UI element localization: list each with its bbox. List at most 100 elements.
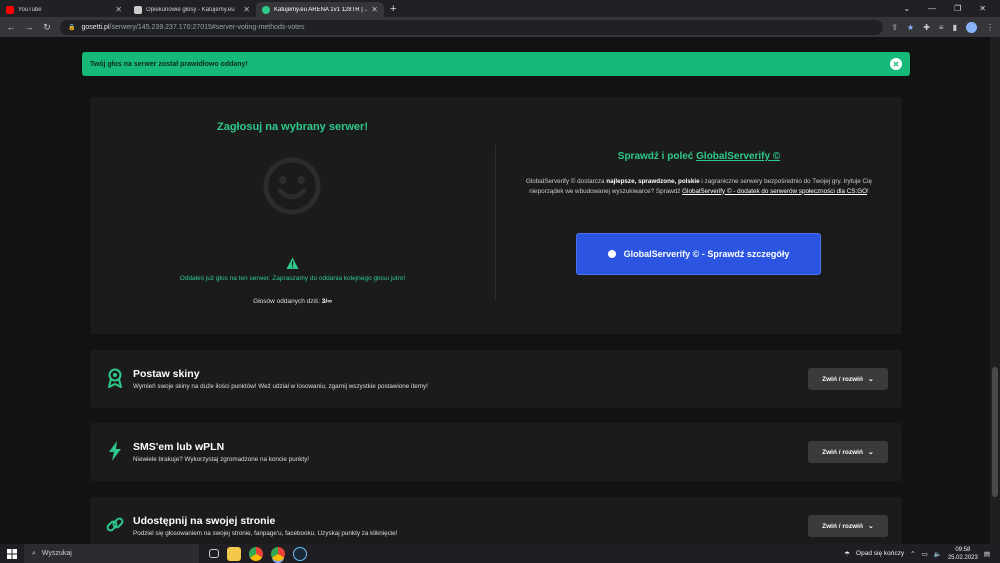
toggle-button[interactable]: Zwiń / rozwiń ⌄	[808, 368, 888, 390]
url-host: gosetti.pl	[81, 23, 110, 31]
close-icon[interactable]: ✕	[243, 5, 250, 14]
tab-katujemy[interactable]: Katujemy.eu ARENA 1v1 128TR | ... ✕	[256, 2, 384, 17]
extensions-icon[interactable]: ✚	[923, 23, 930, 32]
taskbar-apps	[209, 546, 307, 561]
clock[interactable]: 09:58 25.02.2023	[948, 546, 978, 562]
vote-title: Zagłosuj na wybrany serwer!	[217, 121, 368, 133]
system-tray: ☂ Opad się kończy ⌃ ▭ 🔈 09:58 25.02.2023…	[844, 546, 1000, 562]
windows-taskbar: ⌕ Wyszukaj ☂ Opad się kończy ⌃ ▭ 🔈 09:58…	[0, 544, 1000, 563]
page-scrollbar[interactable]	[990, 37, 1000, 544]
chevron-down-icon: ⌄	[867, 376, 874, 383]
sidebar-icon[interactable]: ▮	[953, 23, 957, 32]
volume-icon[interactable]: 🔈	[934, 550, 942, 558]
award-icon	[108, 368, 122, 388]
network-icon[interactable]: ▭	[922, 550, 928, 558]
vote-panel: Zagłosuj na wybrany serwer! Oddałeś już …	[90, 97, 902, 334]
title-prefix: Sprawdź i poleć	[617, 151, 694, 162]
link-icon	[106, 517, 124, 532]
windows-icon	[7, 548, 17, 559]
tab-title: Opiekunowie głosy - Katujemy.eu	[146, 6, 235, 13]
start-button[interactable]	[0, 548, 24, 559]
forward-button[interactable]: →	[24, 22, 34, 32]
chevron-down-icon: ⌄	[867, 449, 874, 456]
globalserverify-details-button[interactable]: GlobalServerify © - Sprawdź szczegóły	[576, 233, 821, 275]
menu-icon[interactable]: ⋮	[986, 23, 994, 32]
card-title: Udostępnij na swojej stronie	[133, 515, 276, 527]
warning-icon	[286, 257, 299, 269]
notifications-icon[interactable]: ▤	[984, 550, 990, 558]
url-path: /serwery/145.239.237.170:27015#server-vo…	[109, 23, 305, 31]
lock-icon[interactable]: 🔒	[68, 24, 75, 31]
clock-time: 09:58	[955, 546, 971, 553]
tab-opiekunowie[interactable]: Opiekunowie głosy - Katujemy.eu ✕	[128, 2, 256, 17]
card-sms: SMS'em lub wPLN Niewiele brakuje? Wykorz…	[90, 423, 902, 481]
close-icon[interactable]: ✕	[371, 5, 378, 14]
card-skins: Postaw skiny Wymień swoje skiny na duże …	[90, 350, 902, 408]
toggle-button[interactable]: Zwiń / rozwiń ⌄	[808, 441, 888, 463]
youtube-icon	[6, 5, 14, 14]
file-explorer-icon[interactable]	[227, 546, 241, 561]
scrollbar-thumb[interactable]	[992, 367, 998, 497]
browser-toolbar: ← → ↻ 🔒 gosetti.pl/serwery/145.239.237.1…	[0, 17, 1000, 37]
clock-date: 25.02.2023	[947, 554, 978, 561]
card-subtitle: Niewiele brakuje? Wykorzystaj zgromadzon…	[133, 456, 309, 463]
toggle-button[interactable]: Zwiń / rozwiń ⌄	[808, 515, 888, 537]
toolbar-icons: ⇪ ★ ✚ ≡ ▮ ⋮	[891, 21, 994, 33]
desc-end: !	[867, 187, 869, 195]
card-title: SMS'em lub wPLN	[133, 441, 225, 453]
desc-bold: najlepsze, sprawdzone, polskie	[606, 178, 700, 185]
card-title: Postaw skiny	[133, 368, 200, 380]
task-view-icon[interactable]	[209, 549, 219, 558]
votes-label: Głosów oddanych dziś:	[253, 298, 320, 305]
votes-value: 3/∞	[321, 298, 332, 305]
toast-message: Twój głos na serwer został prawidłowo od…	[90, 60, 248, 68]
minimize-button[interactable]: —	[928, 4, 936, 13]
restore-button[interactable]: ❐	[954, 4, 961, 13]
taskbar-search[interactable]: ⌕ Wyszukaj	[24, 544, 199, 563]
steam-icon[interactable]	[293, 546, 307, 561]
weather-text[interactable]: Opad się kończy	[856, 550, 904, 557]
tab-search-icon[interactable]: ⌄	[903, 4, 910, 13]
back-button[interactable]: ←	[6, 22, 16, 32]
lightning-icon	[109, 441, 121, 461]
close-window-button[interactable]: ✕	[979, 4, 986, 13]
success-toast: Twój głos na serwer został prawidłowo od…	[82, 52, 910, 76]
votes-today: Głosów oddanych dziś: 3/∞	[90, 298, 495, 305]
address-bar[interactable]: 🔒 gosetti.pl/serwery/145.239.237.170:270…	[60, 19, 884, 35]
new-tab-button[interactable]: +	[384, 2, 402, 17]
card-subtitle: Podziel się głosowaniem na swojej stroni…	[133, 530, 398, 537]
weather-icon[interactable]: ☂	[844, 550, 850, 558]
smiley-icon	[263, 157, 321, 215]
toggle-label: Zwiń / rozwiń	[822, 522, 863, 530]
button-label: GlobalServerify © - Sprawdź szczegóły	[623, 249, 790, 259]
chevron-up-icon[interactable]: ⌃	[910, 550, 915, 558]
radio-dot-icon	[607, 250, 616, 258]
globalserverify-section: Sprawdź i poleć GlobalServerify © Global…	[496, 97, 902, 334]
profile-avatar[interactable]	[966, 21, 977, 33]
bookmark-star-icon[interactable]: ★	[907, 23, 914, 32]
window-controls: ⌄ — ❐ ✕	[903, 0, 1000, 17]
globalserverify-link[interactable]: GlobalServerify ©	[696, 151, 780, 162]
chrome-active-icon[interactable]	[271, 546, 285, 561]
globalserverify-title: Sprawdź i poleć GlobalServerify ©	[496, 151, 902, 162]
search-icon: ⌕	[32, 549, 36, 557]
media-icon[interactable]: ≡	[939, 23, 944, 32]
chrome-icon[interactable]	[249, 546, 263, 561]
globalserverify-description: GlobalServerify © dostarcza najlepsze, s…	[514, 177, 884, 196]
page-content: Twój głos na serwer został prawidłowo od…	[0, 37, 990, 544]
close-icon[interactable]: ✕	[890, 58, 902, 70]
tab-title: Katujemy.eu ARENA 1v1 128TR | ...	[274, 6, 368, 13]
browser-tab-bar: YouTube ✕ Opiekunowie głosy - Katujemy.e…	[0, 0, 1000, 17]
card-subtitle: Wymień swoje skiny na duże ilości punktó…	[133, 383, 428, 390]
globalserverify-addon-link[interactable]: GlobalServerify © - dodatek do serwerów …	[682, 188, 867, 195]
toggle-label: Zwiń / rozwiń	[822, 448, 863, 456]
desc-text: GlobalServerify © dostarcza	[526, 178, 605, 185]
tab-title: YouTube	[18, 6, 42, 13]
chevron-down-icon: ⌄	[867, 523, 874, 530]
share-icon[interactable]: ⇪	[891, 23, 898, 32]
tab-youtube[interactable]: YouTube ✕	[0, 2, 128, 17]
page-icon	[134, 5, 142, 14]
reload-button[interactable]: ↻	[42, 22, 52, 33]
close-icon[interactable]: ✕	[115, 5, 122, 14]
toggle-label: Zwiń / rozwiń	[822, 375, 863, 383]
